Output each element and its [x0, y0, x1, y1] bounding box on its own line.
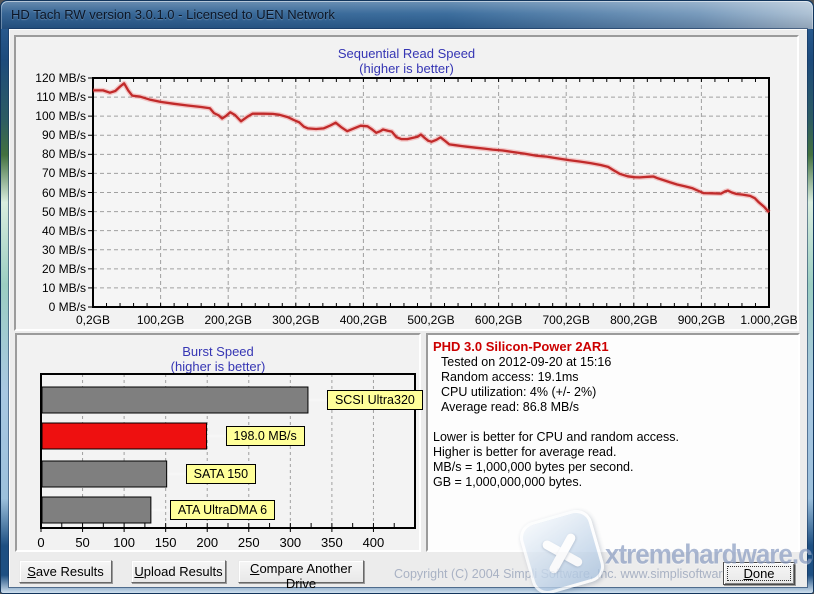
save-results-button[interactable]: Save Results	[19, 560, 112, 583]
info-note-line: MB/s = 1,000,000 bytes per second.	[433, 460, 634, 474]
seq-x-tick-label: 1.000,2GB	[740, 313, 798, 327]
copyright-text: Copyright (C) 2004 Simpli Software, Inc.…	[394, 567, 757, 581]
seq-y-tick-label: 70 MB/s	[41, 166, 86, 181]
drive-info-line: Tested on 2012-09-20 at 15:16	[441, 355, 612, 369]
burst-chart-title: Burst Speed	[182, 344, 254, 359]
window-title: HD Tach RW version 3.0.1.0 - Licensed to…	[11, 7, 335, 22]
seq-y-tick-label: 0 MB/s	[48, 300, 86, 314]
burst-bar-label: SATA 150	[185, 464, 257, 484]
drive-name: PHD 3.0 Silicon-Power 2AR1	[433, 339, 609, 354]
compare-another-drive-button[interactable]: Compare Another Drive	[238, 560, 364, 591]
seq-y-tick-label: 30 MB/s	[41, 242, 86, 257]
seq-y-tick-label: 80 MB/s	[41, 147, 86, 162]
drive-info-panel: PHD 3.0 Silicon-Power 2AR1 Tested on 201…	[426, 333, 800, 552]
burst-bar-label: 198.0 MB/s	[225, 426, 305, 446]
info-note-line: Lower is better for CPU and random acces…	[433, 430, 679, 444]
done-button[interactable]: Done	[723, 562, 795, 585]
upload-results-button[interactable]: Upload Results	[131, 560, 226, 583]
title-bar[interactable]: HD Tach RW version 3.0.1.0 - Licensed to…	[1, 1, 813, 29]
seq-y-tick-label: 60 MB/s	[41, 185, 86, 200]
done-button-label: Done	[743, 566, 775, 581]
drive-info-line: Average read: 86.8 MB/s	[441, 400, 580, 414]
sequential-read-plot	[88, 77, 771, 308]
info-note-line: GB = 1,000,000,000 bytes.	[433, 475, 583, 489]
burst-bar-label: ATA UltraDMA 6	[169, 500, 276, 520]
seq-y-tick-label: 20 MB/s	[41, 261, 86, 276]
seq-y-tick-label: 50 MB/s	[41, 204, 86, 219]
burst-bar-label: SCSI Ultra320	[326, 390, 423, 410]
seq-y-tick-label: 90 MB/s	[41, 128, 86, 143]
sequential-read-panel: Sequential Read Speed (higher is better)…	[14, 35, 799, 331]
seq-y-tick-label: 40 MB/s	[41, 223, 86, 238]
drive-info-details: Tested on 2012-09-20 at 15:16 Random acce…	[428, 355, 798, 415]
seq-y-tick-label: 120 MB/s	[35, 71, 86, 85]
seq-y-tick-label: 100 MB/s	[35, 109, 86, 124]
burst-x-tick-label: 400	[362, 535, 385, 550]
seq-y-tick-label: 110 MB/s	[36, 90, 86, 105]
burst-chart-subtitle: (higher is better)	[170, 359, 266, 374]
app-window: HD Tach RW version 3.0.1.0 - Licensed to…	[0, 0, 814, 594]
drive-info-notes: Lower is better for CPU and random acces…	[428, 430, 798, 490]
seq-chart-title: Sequential Read Speed	[337, 46, 476, 61]
info-note-line: Higher is better for average read.	[433, 445, 617, 459]
seq-y-tick-label: 10 MB/s	[41, 280, 86, 295]
burst-speed-panel: Burst Speed (higher is better) SCSI Ultr…	[15, 333, 423, 552]
drive-info-line: CPU utilization: 4% (+/- 2%)	[441, 385, 597, 399]
client-area: Sequential Read Speed (higher is better)…	[9, 29, 807, 587]
seq-chart-subtitle: (higher is better)	[359, 61, 454, 76]
drive-info-line: Random access: 19.1ms	[441, 370, 579, 384]
